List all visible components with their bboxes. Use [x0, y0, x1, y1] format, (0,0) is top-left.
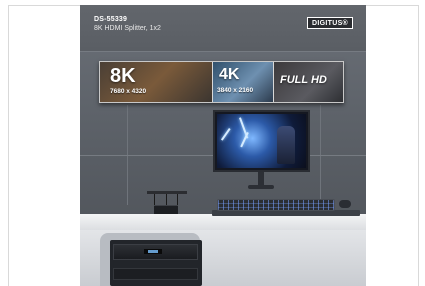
resolution-4k: 4K 3840 x 2160 [213, 62, 273, 102]
resolution-fullhd-label: FULL HD [280, 74, 327, 86]
hdmi-cable [154, 194, 155, 205]
lightning-icon [220, 128, 231, 141]
wall-edge [80, 51, 366, 52]
hdmi-device-top [147, 191, 187, 194]
resolution-banner: 8K 7680 x 4320 4K 3840 x 2160 FULL HD [99, 61, 344, 103]
lightning-icon [240, 132, 249, 148]
resolution-4k-label: 4K [219, 66, 240, 83]
desk-surface [80, 214, 366, 230]
hdmi-cable [166, 194, 167, 205]
brand-logo: DIGITUS® [307, 17, 353, 29]
resolution-8k-value: 7680 x 4320 [110, 88, 147, 95]
product-sku: DS-55339 [94, 16, 128, 23]
mouse [339, 200, 351, 208]
product-image: DS-55339 8K HDMI Splitter, 1x2 DIGITUS® … [80, 5, 366, 286]
resolution-4k-value: 3840 x 2160 [217, 87, 254, 94]
resolution-fullhd: FULL HD [274, 62, 343, 102]
keyboard [217, 199, 335, 211]
monitor-stand-base [248, 185, 274, 189]
media-player-lower [113, 268, 198, 280]
player-indicator [148, 250, 158, 253]
monitor [213, 110, 310, 172]
monitor-screen [217, 114, 306, 168]
hdmi-cable [177, 194, 178, 205]
media-player [113, 244, 198, 260]
product-header: DS-55339 8K HDMI Splitter, 1x2 DIGITUS® [80, 5, 366, 51]
resolution-8k-label: 8K [110, 65, 136, 87]
monitor-stand [258, 172, 264, 186]
resolution-8k: 8K 7680 x 4320 [100, 62, 212, 102]
game-character [277, 126, 295, 164]
product-subtitle: 8K HDMI Splitter, 1x2 [94, 25, 161, 32]
